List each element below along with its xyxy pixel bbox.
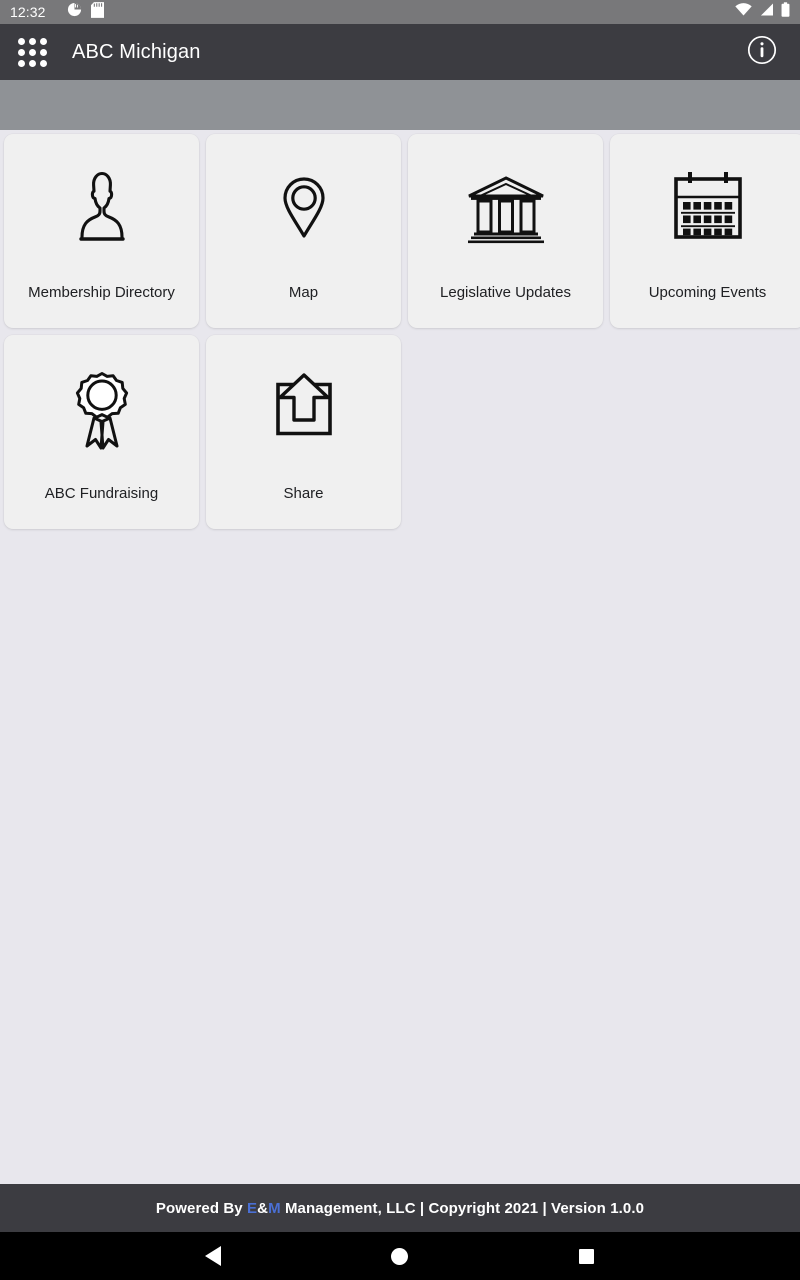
header-spacer-band <box>0 80 800 130</box>
tile-label: Map <box>288 284 319 301</box>
person-silhouette-icon <box>54 159 150 260</box>
government-building-icon <box>458 159 554 260</box>
signal-icon <box>759 3 774 21</box>
footer-bar: Powered By E&M Management, LLC | Copyrig… <box>0 1184 800 1232</box>
award-ribbon-icon <box>54 360 150 461</box>
home-circle-icon <box>391 1247 409 1265</box>
status-time: 12:32 <box>10 4 46 20</box>
home-button[interactable] <box>376 1232 424 1280</box>
app-bar: ABC Michigan <box>0 24 800 80</box>
calendar-icon <box>660 159 756 260</box>
tile-label: ABC Fundraising <box>44 485 159 502</box>
wifi-icon <box>735 3 752 21</box>
recents-square-icon <box>579 1248 595 1264</box>
footer-credit: Powered By E&M Management, LLC | Copyrig… <box>156 1200 644 1217</box>
footer-prefix: Powered By <box>155 1199 248 1217</box>
tile-upcoming-events[interactable]: Upcoming Events <box>610 134 800 328</box>
tile-label: Upcoming Events <box>648 284 767 301</box>
main-content: Membership Directory Map Legislative Upd… <box>0 130 800 1184</box>
tile-icon-wrap <box>408 134 603 284</box>
app-root: 12:32 ABC Michigan Membership Directory … <box>0 0 800 1280</box>
tile-icon-wrap <box>4 335 199 485</box>
sd-card-icon <box>90 1 104 23</box>
tile-membership-directory[interactable]: Membership Directory <box>4 134 199 328</box>
info-circle-icon <box>747 35 777 70</box>
status-bar-left: 12:32 <box>10 1 104 23</box>
apps-grid-icon <box>17 37 47 67</box>
pie-chart-icon <box>67 2 82 22</box>
tile-icon-wrap <box>610 134 800 284</box>
apps-drawer-button[interactable] <box>10 30 54 74</box>
back-triangle-icon <box>205 1246 222 1266</box>
footer-brand-e: E <box>247 1199 258 1217</box>
location-pin-icon <box>256 159 352 260</box>
footer-suffix: Management, LLC | Copyright 2021 | Versi… <box>280 1199 645 1217</box>
tile-label: Membership Directory <box>28 284 175 301</box>
tile-abc-fundraising[interactable]: ABC Fundraising <box>4 335 199 529</box>
tile-map[interactable]: Map <box>206 134 401 328</box>
battery-icon <box>781 2 790 22</box>
android-nav-bar <box>0 1232 800 1280</box>
recents-button[interactable] <box>563 1232 611 1280</box>
tile-grid: Membership Directory Map Legislative Upd… <box>0 130 800 534</box>
status-bar: 12:32 <box>0 0 800 24</box>
tile-label: Share <box>283 485 324 502</box>
footer-brand-m: M <box>268 1199 281 1217</box>
share-upload-icon <box>256 360 352 461</box>
tile-icon-wrap <box>4 134 199 284</box>
status-bar-right <box>735 2 790 22</box>
app-title: ABC Michigan <box>72 40 201 63</box>
tile-icon-wrap <box>206 134 401 284</box>
tile-share[interactable]: Share <box>206 335 401 529</box>
info-button[interactable] <box>742 32 782 72</box>
footer-brand-amp: & <box>257 1199 269 1217</box>
tile-label: Legislative Updates <box>440 284 571 301</box>
tile-icon-wrap <box>206 335 401 485</box>
tile-legislative-updates[interactable]: Legislative Updates <box>408 134 603 328</box>
back-button[interactable] <box>189 1232 237 1280</box>
